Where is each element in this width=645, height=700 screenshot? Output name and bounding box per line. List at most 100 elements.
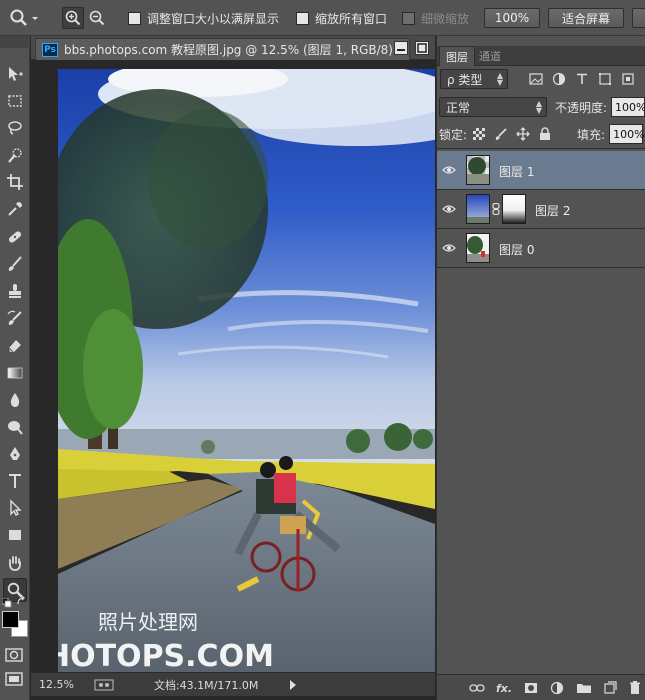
fill-input[interactable]: 100% bbox=[609, 124, 645, 144]
resize-windows-label: 调整窗口大小以满屏显示 bbox=[147, 11, 280, 26]
filter-shape-icon[interactable] bbox=[597, 71, 613, 87]
opacity-input[interactable]: 100% bbox=[611, 97, 645, 117]
stamp-icon bbox=[9, 284, 21, 298]
history-brush-tool[interactable] bbox=[3, 306, 27, 330]
lock-position-button[interactable] bbox=[515, 126, 531, 142]
zoom-tool-icon bbox=[10, 9, 27, 26]
path-selection-tool[interactable] bbox=[3, 496, 27, 520]
move-tool[interactable] bbox=[3, 62, 27, 86]
status-bar: 12.5% 文档:43.1M/171.0M bbox=[31, 672, 435, 696]
eyedropper-tool[interactable] bbox=[3, 197, 27, 221]
layer-thumbnail[interactable] bbox=[466, 194, 490, 224]
clone-stamp-tool[interactable] bbox=[3, 279, 27, 303]
filter-type-icon[interactable] bbox=[574, 71, 590, 87]
layer-mask-thumbnail[interactable] bbox=[502, 194, 526, 224]
lock-image-pixels-button[interactable] bbox=[493, 126, 509, 142]
restore-button[interactable] bbox=[415, 41, 429, 55]
layer-thumbnail[interactable] bbox=[466, 155, 490, 185]
zoom-all-windows-label: 缩放所有窗口 bbox=[315, 11, 388, 26]
marquee-tool[interactable] bbox=[3, 89, 27, 113]
lasso-tool[interactable] bbox=[3, 116, 27, 140]
lock-label: 锁定: bbox=[439, 127, 468, 142]
chevron-down-icon bbox=[32, 17, 38, 20]
document-tab[interactable]: Ps bbs.photops.com 教程原图.jpg @ 12.5% (图层 … bbox=[35, 38, 410, 60]
link-icon bbox=[469, 684, 485, 692]
layer-name[interactable]: 图层 0 bbox=[499, 241, 534, 258]
watermark-url: PHOTOPS.COM bbox=[58, 639, 274, 672]
layer-thumbnail[interactable] bbox=[466, 233, 490, 263]
eraser-tool[interactable] bbox=[3, 333, 27, 357]
document-profile-icon[interactable] bbox=[94, 679, 114, 691]
healing-brush-tool[interactable] bbox=[3, 225, 27, 249]
quick-selection-tool[interactable] bbox=[3, 143, 27, 167]
add-mask-button[interactable] bbox=[523, 680, 539, 696]
blend-mode-select[interactable]: 正常 ▲ ▼ bbox=[439, 97, 547, 117]
filter-adjustment-icon[interactable] bbox=[551, 71, 567, 87]
dodge-tool[interactable] bbox=[3, 415, 27, 439]
adjustment-layer-button[interactable] bbox=[549, 680, 565, 696]
layer-filter-kind-select[interactable]: ρ 类型 ▲ ▼ bbox=[440, 69, 508, 89]
watermark-chinese: 照片处理网 bbox=[98, 610, 198, 634]
pen-tool[interactable] bbox=[3, 442, 27, 466]
status-menu-arrow-icon[interactable] bbox=[288, 679, 298, 691]
layers-panel: 图层 通道 ρ 类型 ▲ ▼ 正常 ▲ ▼ 不透明度: 100% 锁定: 填充:… bbox=[436, 36, 645, 700]
zoom-in-button[interactable] bbox=[62, 0, 84, 36]
resize-windows-checkbox[interactable]: 调整窗口大小以满屏显示 bbox=[128, 0, 279, 36]
swap-colors-icon[interactable] bbox=[17, 595, 27, 605]
screen-mode-button[interactable] bbox=[5, 672, 23, 686]
layer-row[interactable]: 图层 2 bbox=[437, 190, 645, 229]
new-layer-button[interactable] bbox=[602, 680, 618, 696]
status-zoom-level[interactable]: 12.5% bbox=[39, 678, 74, 691]
new-group-button[interactable] bbox=[576, 680, 592, 696]
chain-link-icon[interactable] bbox=[492, 203, 500, 215]
lock-all-button[interactable] bbox=[537, 126, 553, 142]
filter-pixel-icon[interactable] bbox=[528, 71, 544, 87]
zoom-out-button[interactable] bbox=[86, 0, 108, 36]
lock-transparent-pixels-button[interactable] bbox=[471, 126, 487, 142]
zoom-all-windows-checkbox[interactable]: 缩放所有窗口 bbox=[296, 0, 387, 36]
fill-screen-button[interactable] bbox=[632, 8, 645, 28]
actual-pixels-button[interactable]: 100% bbox=[484, 8, 540, 28]
default-colors-icon[interactable] bbox=[1, 597, 12, 608]
blur-tool[interactable] bbox=[3, 388, 27, 412]
checkbox[interactable] bbox=[128, 11, 141, 25]
checkbox[interactable] bbox=[402, 11, 415, 25]
fit-screen-button[interactable]: 适合屏幕 bbox=[548, 8, 624, 28]
gradient-tool[interactable] bbox=[3, 361, 27, 385]
link-layers-button[interactable] bbox=[469, 680, 485, 696]
hand-tool[interactable] bbox=[3, 551, 27, 575]
zoom-in-icon bbox=[65, 10, 81, 26]
type-icon bbox=[9, 474, 21, 488]
rectangle-tool[interactable] bbox=[3, 523, 27, 547]
brush-tool[interactable] bbox=[3, 252, 27, 276]
crop-tool[interactable] bbox=[3, 170, 27, 194]
delete-layer-button[interactable] bbox=[627, 680, 643, 696]
layer-name[interactable]: 图层 1 bbox=[499, 163, 534, 180]
document-canvas-image[interactable]: 照片处理网 PHOTOPS.COM bbox=[58, 69, 435, 672]
move-icon bbox=[9, 67, 23, 81]
updown-arrows-icon: ▲ ▼ bbox=[496, 71, 503, 87]
filter-smart-object-icon[interactable] bbox=[620, 71, 636, 87]
scrubby-zoom-checkbox[interactable]: 细微缩放 bbox=[402, 0, 469, 36]
layer-name[interactable]: 图层 2 bbox=[535, 202, 570, 219]
minimize-button[interactable] bbox=[394, 41, 408, 55]
eye-icon[interactable] bbox=[442, 163, 456, 177]
tab-channels[interactable]: 通道 bbox=[473, 46, 507, 66]
eye-icon[interactable] bbox=[442, 202, 456, 216]
zoom-tool-preset-picker[interactable] bbox=[8, 0, 40, 36]
foreground-color-swatch[interactable] bbox=[2, 611, 19, 628]
type-tool[interactable] bbox=[3, 469, 27, 493]
layer-row[interactable]: 图层 0 bbox=[437, 229, 645, 268]
move-arrows-icon bbox=[516, 127, 530, 141]
document-title: bbs.photops.com 教程原图.jpg @ 12.5% (图层 1, … bbox=[64, 43, 403, 57]
eye-icon[interactable] bbox=[442, 241, 456, 255]
fx-icon[interactable]: fx. bbox=[496, 680, 512, 696]
layer-row[interactable]: 图层 1 bbox=[437, 151, 645, 190]
checkbox[interactable] bbox=[296, 11, 309, 25]
canvas-area[interactable]: 照片处理网 PHOTOPS.COM bbox=[31, 60, 435, 672]
tab-layers[interactable]: 图层 bbox=[439, 46, 475, 66]
swap-arrow-glyph bbox=[17, 595, 25, 605]
quick-mask-button[interactable] bbox=[5, 648, 23, 662]
tools-panel-grip[interactable] bbox=[0, 36, 30, 48]
image-icon bbox=[529, 73, 543, 85]
